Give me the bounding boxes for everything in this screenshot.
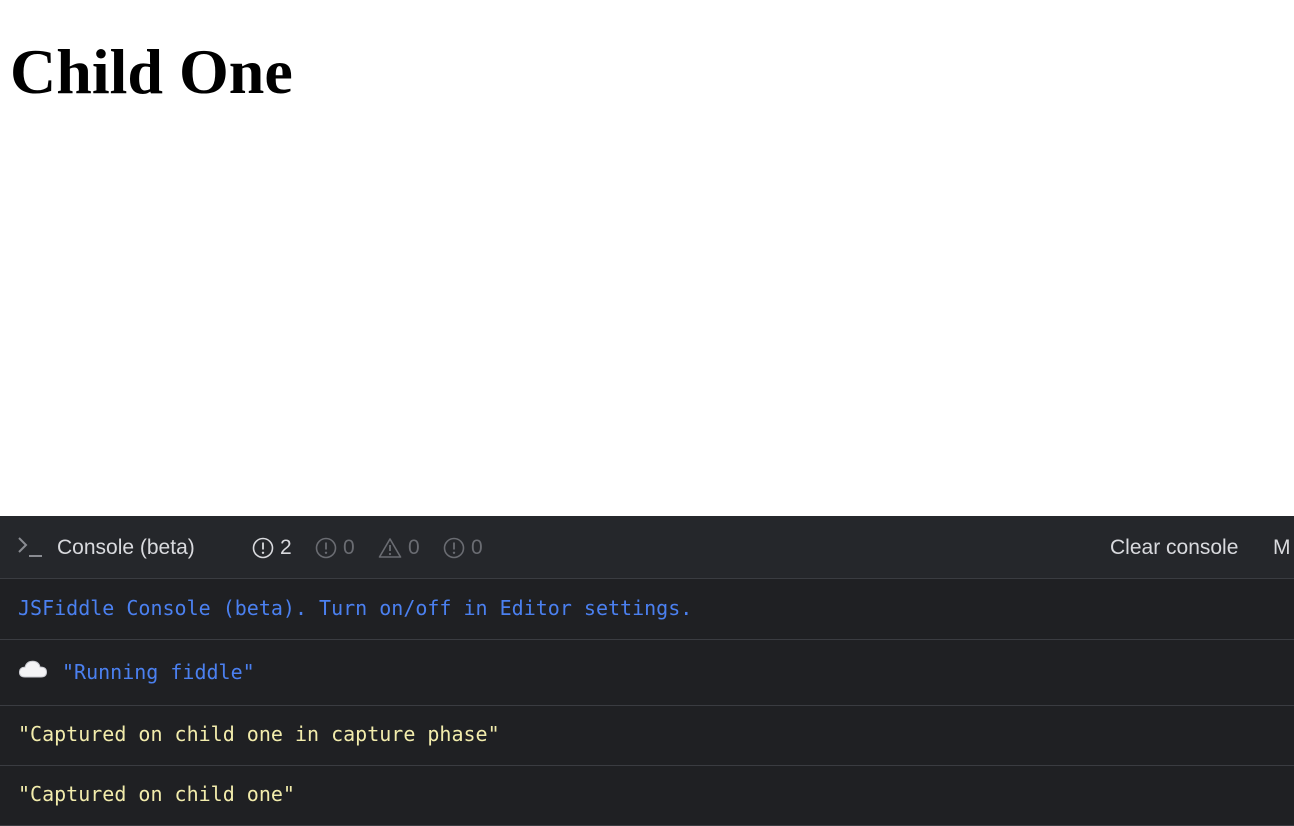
info-circle-icon [252,537,274,559]
clear-console-button[interactable]: Clear console [1110,536,1238,560]
more-button[interactable]: M [1273,536,1291,560]
console-toolbar: Console (beta) 2 0 0 0 Clear console M [0,516,1294,579]
page-heading: Child One [10,36,293,107]
warning-count-filter[interactable]: 0 [378,536,420,560]
console-title[interactable]: Console (beta) [57,536,195,560]
console-log-entry: "Captured on child one" [0,766,1294,826]
log-message: "Captured on child one" [18,782,295,806]
error-count-filter[interactable]: 0 [315,536,355,560]
log-count-filter[interactable]: 2 [252,536,292,560]
console-panel: Console (beta) 2 0 0 0 Clear console M J… [0,516,1294,826]
console-log-entry: "Captured on child one in capture phase" [0,706,1294,766]
error-count: 0 [343,536,355,559]
cloud-icon [18,658,48,685]
log-message: "Captured on child one in capture phase" [18,722,500,746]
warning-count: 0 [408,536,420,559]
log-message: JSFiddle Console (beta). Turn on/off in … [18,596,693,620]
info-count: 0 [471,536,483,559]
error-circle-icon [315,537,337,559]
log-count: 2 [280,536,292,559]
console-log-entry: JSFiddle Console (beta). Turn on/off in … [0,579,1294,640]
warning-triangle-icon [378,538,402,558]
console-log-entry: "Running fiddle" [0,640,1294,706]
info-circle-icon [443,537,465,559]
info-count-filter[interactable]: 0 [443,536,483,560]
log-message: "Running fiddle" [62,660,255,684]
result-preview: Child One [0,0,1294,516]
terminal-prompt-icon [16,534,44,560]
